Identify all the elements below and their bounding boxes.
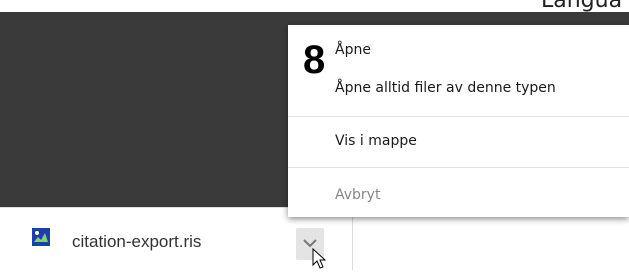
mouse-cursor-icon [312, 247, 328, 274]
menu-item-cancel[interactable]: Avbryt [335, 187, 380, 203]
menu-separator [288, 116, 629, 117]
download-filename[interactable]: citation-export.ris [72, 232, 201, 252]
download-context-menu: 8 Åpne Åpne alltid filer av denne typen … [288, 25, 629, 217]
menu-item-always-open[interactable]: Åpne alltid filer av denne typen [335, 80, 556, 96]
menu-item-show-in-folder[interactable]: Vis i mappe [335, 133, 417, 149]
step-number: 8 [303, 38, 326, 82]
page-top-strip: Langua [0, 0, 629, 13]
shelf-divider [352, 213, 353, 270]
ris-file-icon [32, 228, 50, 246]
menu-item-open[interactable]: Åpne [335, 42, 371, 58]
menu-separator [288, 167, 629, 168]
